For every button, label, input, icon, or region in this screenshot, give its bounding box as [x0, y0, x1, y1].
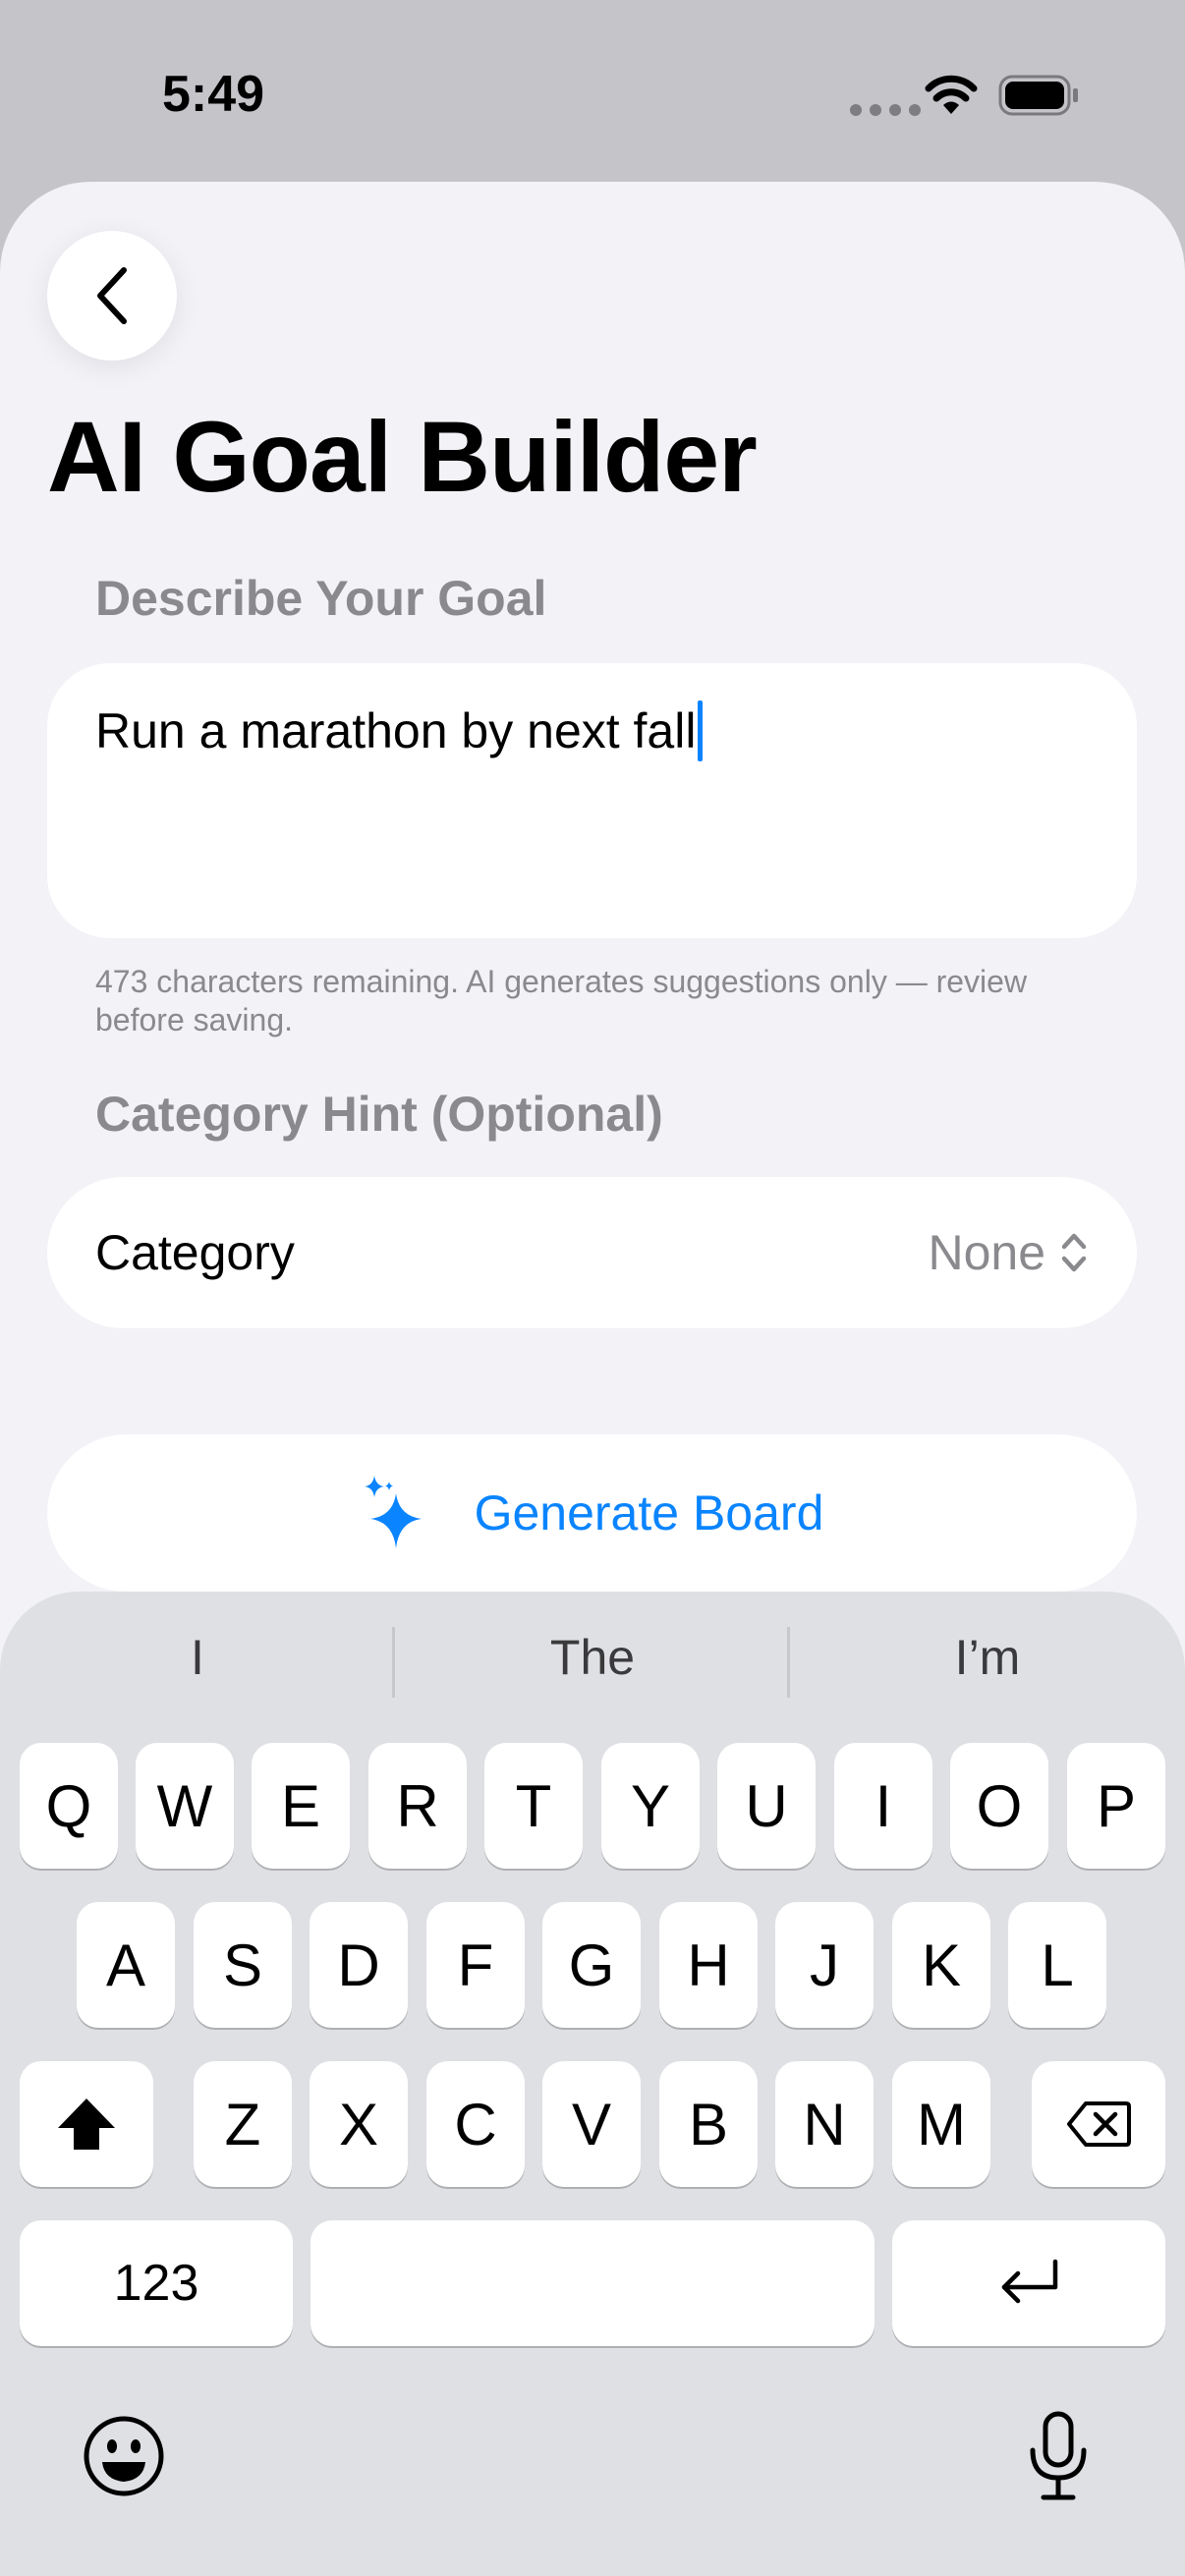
category-picker[interactable]: Category None: [47, 1177, 1137, 1328]
status-time: 5:49: [162, 66, 265, 123]
key-d[interactable]: D: [310, 1902, 408, 2028]
emoji-icon[interactable]: [83, 2415, 165, 2497]
page-title: AI Goal Builder: [47, 401, 758, 513]
key-u[interactable]: U: [717, 1743, 816, 1869]
key-r[interactable]: R: [368, 1743, 467, 1869]
key-x[interactable]: X: [310, 2061, 408, 2187]
key-w[interactable]: W: [136, 1743, 234, 1869]
key-a[interactable]: A: [77, 1902, 175, 2028]
key-h[interactable]: H: [659, 1902, 758, 2028]
key-y[interactable]: Y: [601, 1743, 700, 1869]
category-label: Category: [95, 1225, 295, 1280]
sparkles-icon: [364, 1476, 422, 1548]
shift-key[interactable]: [20, 2061, 153, 2187]
back-button[interactable]: [47, 231, 177, 361]
key-s[interactable]: S: [194, 1902, 292, 2028]
key-q[interactable]: Q: [20, 1743, 118, 1869]
suggestion-item[interactable]: The: [395, 1629, 790, 1686]
text-cursor: [698, 700, 704, 761]
category-value-group: None: [928, 1224, 1089, 1281]
battery-icon: [998, 75, 1078, 116]
delete-icon: [1067, 2101, 1131, 2147]
helper-text: 473 characters remaining. AI generates s…: [95, 964, 1028, 1037]
category-section-label: Category Hint (Optional): [95, 1087, 663, 1142]
goal-text-field[interactable]: Run a marathon by next fall: [47, 663, 1137, 938]
delete-key[interactable]: [1032, 2061, 1165, 2187]
space-key[interactable]: [310, 2220, 875, 2346]
microphone-icon[interactable]: [1026, 2411, 1091, 2501]
cellular-signal-icon: [850, 104, 921, 116]
key-v[interactable]: V: [542, 2061, 641, 2187]
key-k[interactable]: K: [892, 1902, 990, 2028]
goal-section-label: Describe Your Goal: [95, 571, 547, 626]
key-z[interactable]: Z: [194, 2061, 292, 2187]
goal-text: Run a marathon by next fall: [95, 703, 697, 758]
suggestion-bar: I The I’m: [0, 1592, 1185, 1734]
key-i[interactable]: I: [834, 1743, 932, 1869]
chevron-up-down-icon: [1061, 1233, 1087, 1272]
key-e[interactable]: E: [252, 1743, 350, 1869]
wifi-icon: [925, 75, 978, 114]
generate-board-label: Generate Board: [474, 1485, 824, 1540]
suggestion-item[interactable]: I: [0, 1629, 395, 1686]
chevron-left-icon: [97, 267, 127, 324]
key-c[interactable]: C: [426, 2061, 525, 2187]
numbers-key[interactable]: 123: [20, 2220, 293, 2346]
key-g[interactable]: G: [542, 1902, 641, 2028]
key-m[interactable]: M: [892, 2061, 990, 2187]
category-value: None: [928, 1225, 1045, 1280]
key-l[interactable]: L: [1008, 1902, 1106, 2028]
return-icon: [1001, 2259, 1058, 2304]
key-j[interactable]: J: [775, 1902, 874, 2028]
key-t[interactable]: T: [484, 1743, 583, 1869]
key-b[interactable]: B: [659, 2061, 758, 2187]
shift-icon: [58, 2099, 115, 2150]
key-f[interactable]: F: [426, 1902, 525, 2028]
generate-board-button[interactable]: Generate Board: [47, 1434, 1137, 1592]
key-n[interactable]: N: [775, 2061, 874, 2187]
key-o[interactable]: O: [950, 1743, 1048, 1869]
return-key[interactable]: [892, 2220, 1165, 2346]
suggestion-item[interactable]: I’m: [790, 1629, 1185, 1686]
key-p[interactable]: P: [1067, 1743, 1165, 1869]
keyboard: I The I’m Q W E R T Y U I O P A S D F G …: [0, 1592, 1185, 2576]
